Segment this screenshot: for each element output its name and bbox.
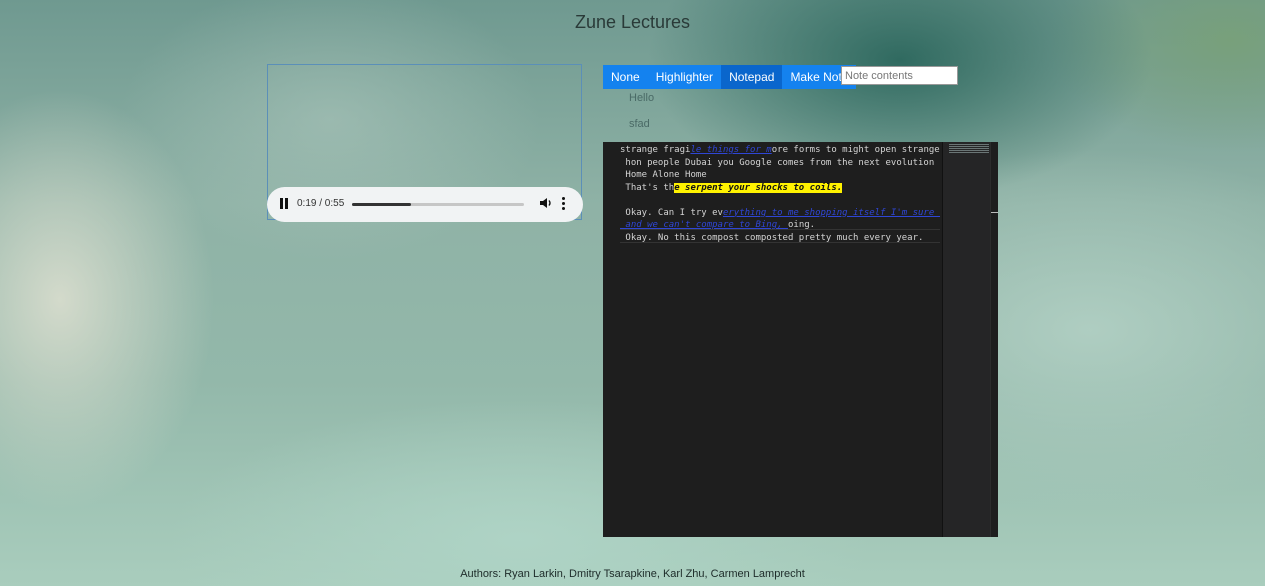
editor-line: strange fragile things for more forms to…: [620, 144, 940, 157]
linked-text: le things for m: [690, 145, 772, 155]
line-text: Okay. No this compost composted pretty m…: [620, 232, 924, 243]
page-title: Zune Lectures: [574, 12, 691, 32]
mode-none-button[interactable]: None: [603, 65, 648, 89]
line-text: strange fragi: [620, 145, 691, 155]
audio-player[interactable]: 0:19 / 0:55: [267, 187, 583, 222]
editor-minimap[interactable]: [942, 142, 991, 537]
line-text: oing.: [787, 220, 816, 230]
mode-notepad-button[interactable]: Notepad: [721, 65, 783, 89]
authors-footer: Authors: Ryan Larkin, Dmitry Tsarapkine,…: [460, 568, 805, 580]
editor-line: That's the serpent your shocks to coils.: [620, 182, 940, 195]
editor-gutter: [603, 142, 619, 537]
editor-text[interactable]: strange fragile things for more forms to…: [620, 144, 940, 244]
mode-highlighter-button[interactable]: Highlighter: [647, 65, 722, 89]
note-item: Hello: [629, 92, 655, 104]
editor-scrollbar[interactable]: [990, 142, 998, 537]
note-contents-input[interactable]: [841, 66, 958, 85]
mode-toolbar: None Highlighter Notepad Make Note: [603, 65, 857, 89]
notepad-editor[interactable]: strange fragile things for more forms to…: [603, 142, 998, 537]
linked-text: erything to me shopping itself I'm sure …: [722, 207, 940, 218]
more-vert-icon[interactable]: [562, 197, 566, 211]
editor-line: hon people Dubai you Google comes from t…: [620, 157, 940, 170]
line-text: Home Alone Home: [620, 170, 707, 180]
volume-icon[interactable]: [539, 196, 553, 210]
editor-line: Okay. No this compost composted pretty m…: [620, 232, 940, 245]
seek-progress: [352, 203, 412, 206]
seek-bar[interactable]: [352, 203, 524, 206]
editor-line: Home Alone Home: [620, 169, 940, 182]
time-display: 0:19 / 0:55: [297, 198, 345, 209]
line-text: Okay. Can I try ev: [620, 207, 723, 218]
editor-line: Okay. Can I try everything to me shoppin…: [620, 207, 940, 220]
highlighted-text: e serpent your shocks to coils.: [674, 182, 843, 193]
note-item: sfad: [629, 118, 650, 130]
pause-icon[interactable]: [280, 198, 290, 210]
line-text: ore forms to might open stranger th: [771, 145, 940, 155]
line-text: That's th: [620, 182, 675, 193]
line-text: hon people Dubai you Google comes from t…: [620, 157, 940, 168]
editor-line: and we can't compare to Bing, oing.: [620, 219, 940, 232]
linked-text: and we can't compare to Bing,: [620, 220, 788, 230]
